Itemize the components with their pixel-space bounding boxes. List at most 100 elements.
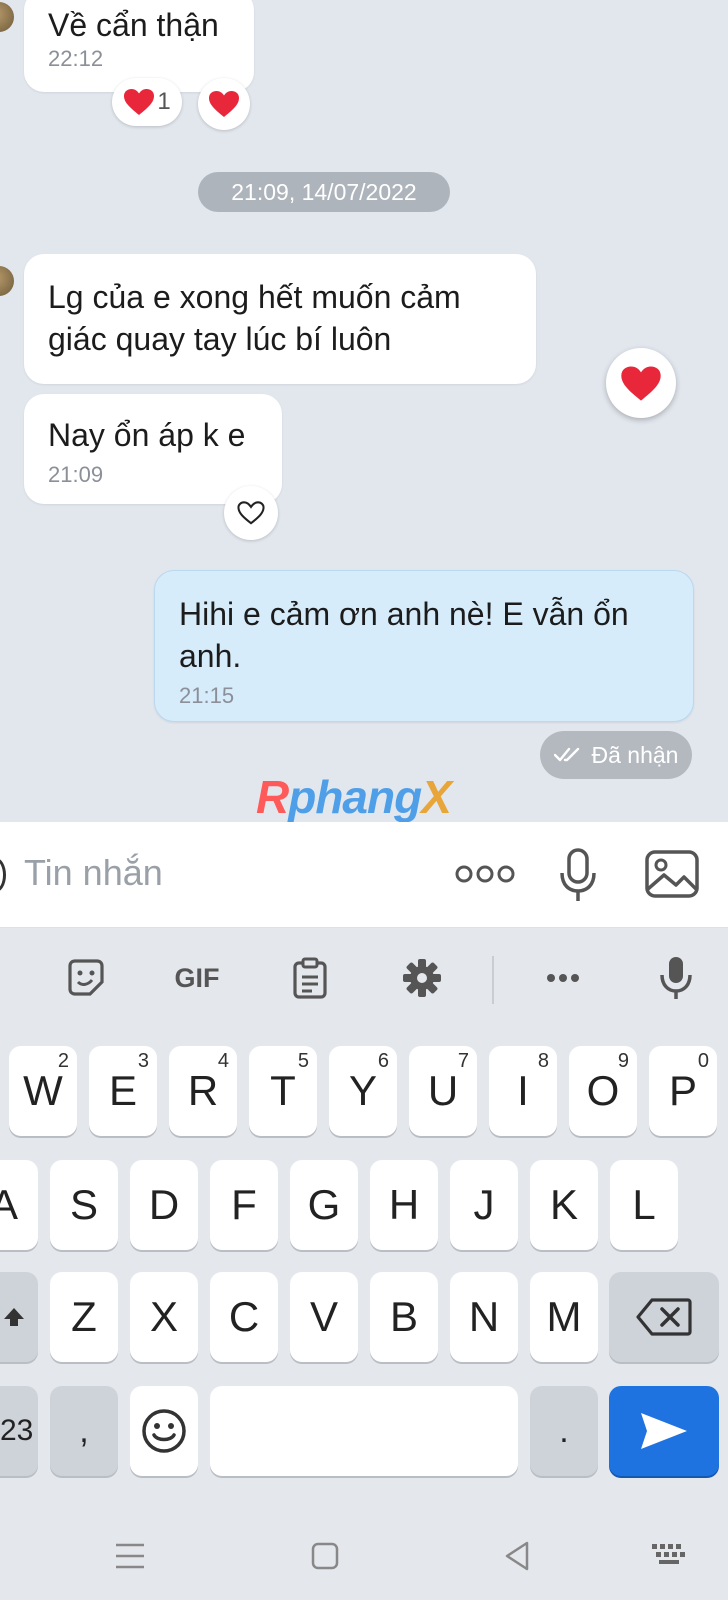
message-bubble-outgoing[interactable]: Hihi e cảm ơn anh nè! E vẫn ổn anh. 21:1… bbox=[154, 570, 694, 722]
menu-icon[interactable] bbox=[114, 1536, 146, 1576]
reaction-count: 1 bbox=[157, 88, 171, 115]
key-hint: 4 bbox=[217, 1050, 229, 1072]
gif-button[interactable]: GIF bbox=[168, 954, 226, 1002]
key-label: H bbox=[388, 1181, 420, 1228]
key-label: G bbox=[307, 1181, 341, 1228]
key-label: E bbox=[108, 1067, 137, 1114]
message-text: Hihi e cảm ơn anh nè! E vẫn ổn anh. bbox=[179, 596, 629, 674]
reaction-summary[interactable]: 1 bbox=[112, 78, 182, 126]
key-r[interactable]: R4 bbox=[169, 1046, 237, 1136]
key-b[interactable]: B bbox=[370, 1272, 438, 1362]
mic-icon[interactable] bbox=[556, 846, 600, 906]
heart-icon bbox=[124, 89, 155, 115]
key-m[interactable]: M bbox=[530, 1272, 598, 1362]
key-k[interactable]: K bbox=[530, 1160, 598, 1250]
key-f[interactable]: F bbox=[210, 1160, 278, 1250]
message-time: 21:09 bbox=[48, 462, 104, 487]
key-e[interactable]: E3 bbox=[89, 1046, 157, 1136]
key-h[interactable]: H bbox=[370, 1160, 438, 1250]
symbols-key[interactable]: ?123 bbox=[0, 1386, 38, 1476]
key-label: B bbox=[389, 1293, 418, 1340]
heart-icon bbox=[209, 91, 239, 117]
key-a[interactable]: A bbox=[0, 1160, 38, 1250]
gear-icon[interactable] bbox=[398, 954, 446, 1002]
heart-icon bbox=[621, 365, 661, 401]
avatar[interactable] bbox=[0, 2, 14, 32]
key-label: S bbox=[69, 1181, 98, 1228]
watermark: RphangX bbox=[256, 771, 452, 823]
backspace-icon bbox=[636, 1298, 692, 1336]
key-hint: 0 bbox=[697, 1050, 709, 1072]
key-p[interactable]: P0 bbox=[649, 1046, 717, 1136]
key-y[interactable]: Y6 bbox=[329, 1046, 397, 1136]
send-key[interactable] bbox=[609, 1386, 719, 1476]
key-u[interactable]: U7 bbox=[409, 1046, 477, 1136]
message-time: 21:15 bbox=[179, 683, 235, 708]
key-label: V bbox=[309, 1293, 338, 1340]
key-g[interactable]: G bbox=[290, 1160, 358, 1250]
reaction-float[interactable] bbox=[606, 348, 676, 418]
space-key[interactable] bbox=[210, 1386, 518, 1476]
system-nav-bar bbox=[0, 1510, 728, 1600]
key-l[interactable]: L bbox=[610, 1160, 678, 1250]
key-t[interactable]: T5 bbox=[249, 1046, 317, 1136]
more-dots-icon[interactable] bbox=[452, 846, 518, 902]
key-v[interactable]: V bbox=[290, 1272, 358, 1362]
key-hint: 2 bbox=[57, 1050, 69, 1072]
period-key[interactable]: . bbox=[530, 1386, 598, 1476]
message-input-bar: Tin nhắn bbox=[0, 822, 728, 928]
sticker-icon[interactable] bbox=[62, 954, 110, 1002]
key-c[interactable]: C bbox=[210, 1272, 278, 1362]
delivery-status-text: Đã nhận bbox=[591, 741, 679, 768]
key-label: X bbox=[149, 1293, 178, 1340]
message-bubble-incoming[interactable]: Lg của e xong hết muốn cảm giác quay tay… bbox=[24, 254, 536, 384]
key-label: Y bbox=[348, 1067, 377, 1114]
mic-icon[interactable] bbox=[658, 954, 694, 1002]
chat-area: Về cẩn thận 22:12 1 21:09, 14/07/2022 Lg… bbox=[0, 0, 728, 822]
emoji-icon bbox=[142, 1409, 186, 1453]
clipboard-icon[interactable] bbox=[286, 954, 334, 1002]
key-label: K bbox=[549, 1181, 578, 1228]
react-button[interactable] bbox=[198, 78, 250, 130]
key-hint: 3 bbox=[137, 1050, 149, 1072]
key-hint: 7 bbox=[457, 1050, 469, 1072]
key-label: W bbox=[23, 1067, 63, 1114]
heart-outline-icon bbox=[237, 501, 265, 525]
key-x[interactable]: X bbox=[130, 1272, 198, 1362]
key-label: U bbox=[427, 1067, 459, 1114]
keyboard-icon[interactable] bbox=[650, 1536, 688, 1576]
key-hint: 5 bbox=[297, 1050, 309, 1072]
message-text: Nay ổn áp k e bbox=[48, 417, 246, 453]
key-s[interactable]: S bbox=[50, 1160, 118, 1250]
comma-key[interactable]: , bbox=[50, 1386, 118, 1476]
key-label: P bbox=[668, 1067, 697, 1114]
key-d[interactable]: D bbox=[130, 1160, 198, 1250]
key-label: F bbox=[231, 1181, 257, 1228]
key-label: O bbox=[586, 1067, 620, 1114]
double-check-icon bbox=[553, 747, 579, 762]
backspace-key[interactable] bbox=[609, 1272, 719, 1362]
key-i[interactable]: I8 bbox=[489, 1046, 557, 1136]
home-icon[interactable] bbox=[310, 1536, 340, 1576]
key-label: R bbox=[187, 1067, 219, 1114]
key-label: A bbox=[0, 1181, 18, 1228]
key-z[interactable]: Z bbox=[50, 1272, 118, 1362]
key-w[interactable]: W2 bbox=[9, 1046, 77, 1136]
key-label: J bbox=[473, 1181, 495, 1228]
emoji-key[interactable] bbox=[130, 1386, 198, 1476]
message-input[interactable]: Tin nhắn bbox=[24, 852, 163, 894]
message-text: Lg của e xong hết muốn cảm giác quay tay… bbox=[48, 279, 461, 357]
key-j[interactable]: J bbox=[450, 1160, 518, 1250]
emoji-icon[interactable] bbox=[0, 858, 6, 892]
more-dots-icon[interactable] bbox=[544, 954, 582, 1002]
image-icon[interactable] bbox=[644, 846, 700, 902]
key-label: Z bbox=[71, 1293, 97, 1340]
react-button[interactable] bbox=[224, 486, 278, 540]
avatar[interactable] bbox=[0, 266, 14, 296]
back-icon[interactable] bbox=[502, 1536, 532, 1576]
key-o[interactable]: O9 bbox=[569, 1046, 637, 1136]
shift-key[interactable] bbox=[0, 1272, 38, 1362]
key-n[interactable]: N bbox=[450, 1272, 518, 1362]
key-label: I bbox=[517, 1067, 529, 1114]
delivery-status: Đã nhận bbox=[540, 731, 692, 779]
